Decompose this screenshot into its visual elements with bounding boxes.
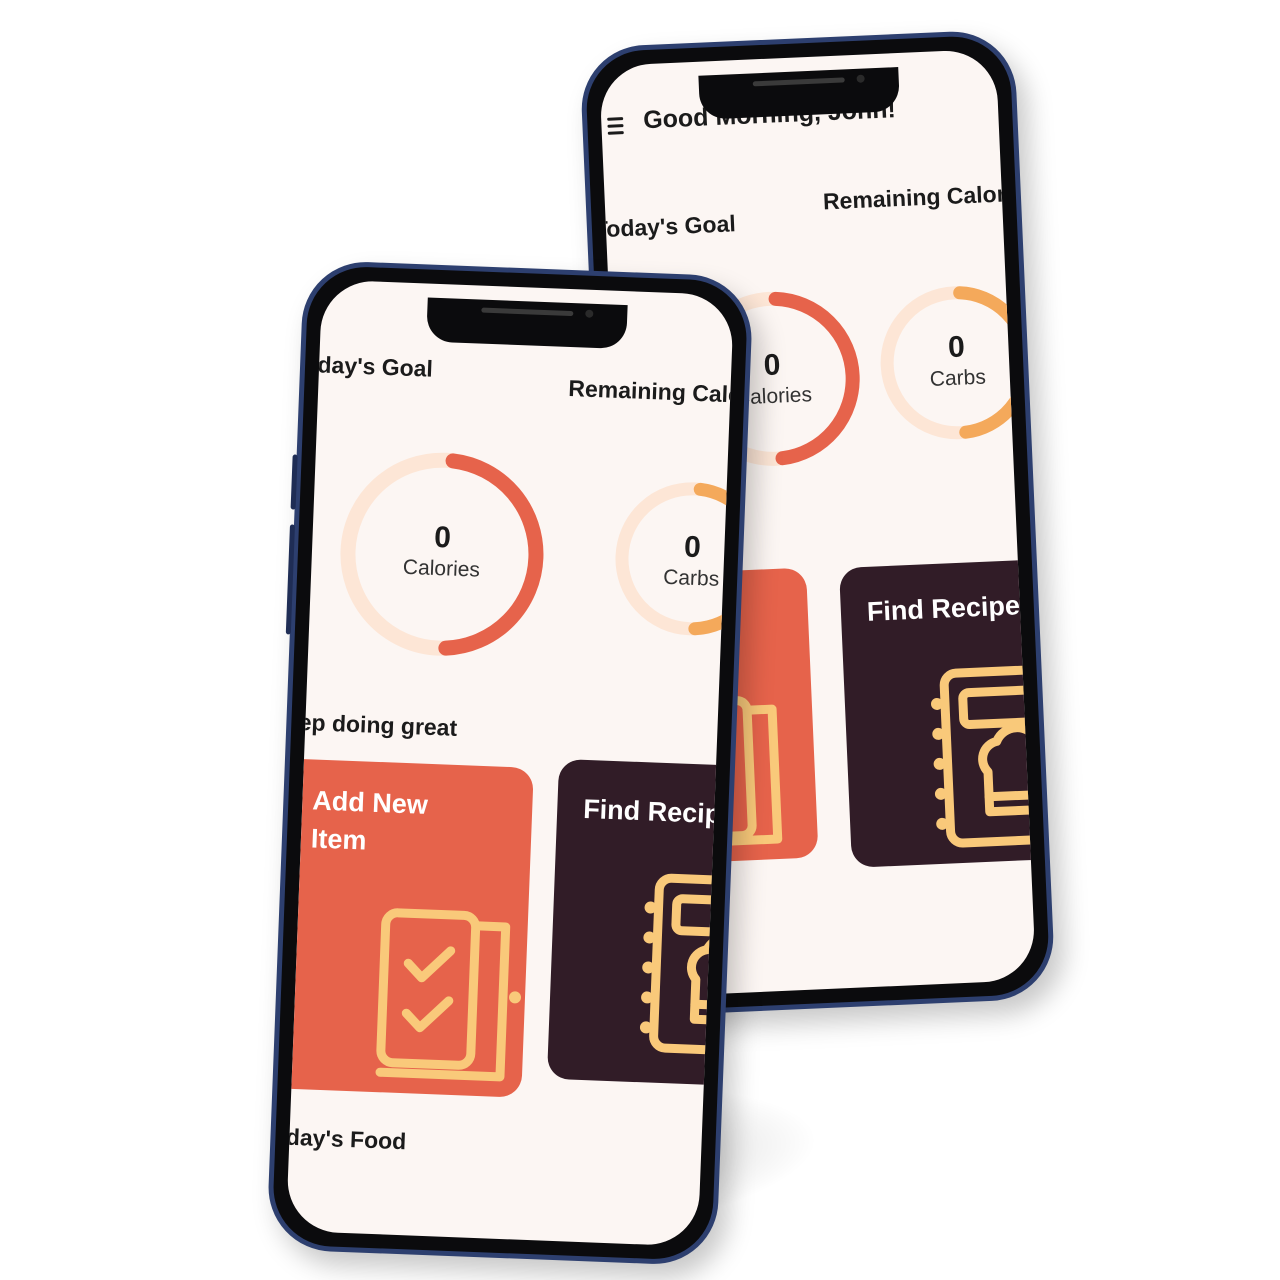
- motivation-text: Keep doing great: [285, 707, 458, 741]
- todays-goal-label: Today's Goal: [598, 210, 737, 243]
- recipe-book-icon: [931, 664, 1037, 848]
- carbs-value: 0: [947, 330, 966, 365]
- carbs-ring: 0 Carbs: [609, 476, 735, 642]
- add-new-item-title: Add New Item: [310, 781, 428, 861]
- phone-front: Today's Goal Remaining Calories 0 Calori…: [266, 259, 754, 1267]
- remaining-calories-label: Remaining Calories: [822, 179, 1037, 215]
- todays-food-label: Today's Food: [285, 1122, 407, 1155]
- add-new-item-card[interactable]: Add New Item: [291, 759, 534, 1098]
- volume-button-down: [285, 524, 295, 635]
- calories-ring: 0 Calories: [333, 445, 551, 663]
- carbs-ring: 0 Carbs: [874, 279, 1036, 446]
- carbs-value: 0: [683, 530, 702, 565]
- recipe-book-icon: [639, 873, 735, 1057]
- todays-goal-label: Today's Goal: [290, 350, 434, 382]
- screen-front: Today's Goal Remaining Calories 0 Calori…: [285, 279, 735, 1247]
- remaining-calories-label: Remaining Calories: [567, 374, 735, 410]
- notch: [697, 67, 900, 120]
- find-recipes-title: Find Recipes: [582, 793, 735, 831]
- menu-icon[interactable]: [607, 117, 624, 136]
- find-recipes-title: Find Recipes: [866, 589, 1036, 627]
- add-new-item-line1: Add New: [311, 785, 429, 820]
- calories-value: 0: [433, 520, 452, 555]
- checklist-icon: [375, 908, 522, 1082]
- notch: [426, 297, 628, 350]
- volume-button-up: [290, 454, 298, 510]
- carbs-unit: Carbs: [929, 365, 987, 391]
- camera: [855, 74, 865, 83]
- add-new-item-line2: Item: [310, 823, 368, 856]
- find-recipes-card[interactable]: Find Recipes: [546, 758, 735, 1089]
- find-recipes-card[interactable]: Find Recipes: [838, 557, 1037, 868]
